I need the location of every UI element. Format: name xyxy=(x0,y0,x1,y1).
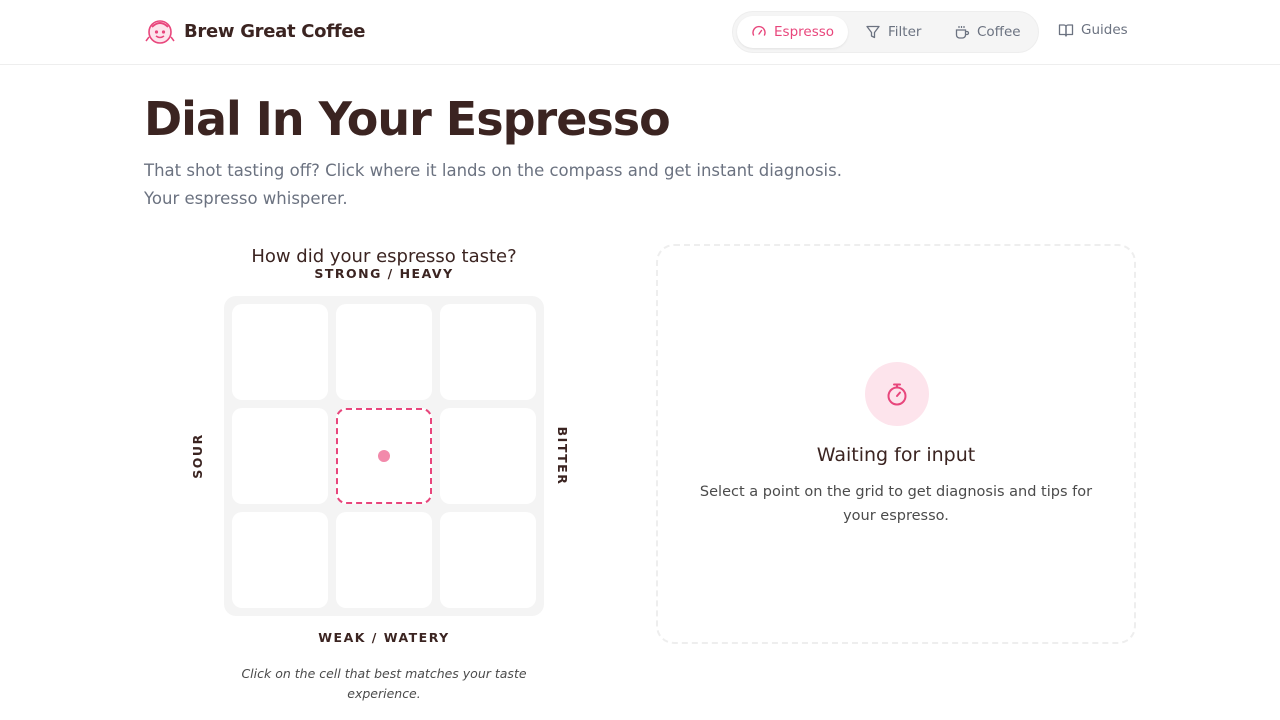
grid-cell-middle-center[interactable] xyxy=(336,408,432,504)
brand-name: Brew Great Coffee xyxy=(184,20,366,42)
nav-filter-label: Filter xyxy=(888,24,922,40)
grid-cell-middle-left[interactable] xyxy=(232,408,328,504)
selection-marker xyxy=(378,450,390,462)
grid-question: How did your espresso taste? xyxy=(251,246,517,267)
nav-guides-label: Guides xyxy=(1081,22,1128,38)
nav-filter[interactable]: Filter xyxy=(851,16,935,48)
taste-grid xyxy=(224,296,544,616)
grid-cell-bottom-right[interactable] xyxy=(440,512,536,608)
coffee-mascot-icon xyxy=(145,20,175,44)
panel-description: Select a point on the grid to get diagno… xyxy=(699,484,1093,524)
axis-label-strong: STRONG / HEAVY xyxy=(314,266,454,281)
brand-logo[interactable]: Brew Great Coffee xyxy=(144,15,365,47)
grid-cell-middle-right[interactable] xyxy=(440,408,536,504)
gauge-icon xyxy=(752,25,766,36)
cup-icon xyxy=(955,26,970,39)
stopwatch-icon xyxy=(887,383,907,406)
grid-cell-top-center[interactable] xyxy=(336,304,432,400)
nav-guides[interactable]: Guides xyxy=(1058,22,1128,38)
site-header: Brew Great Coffee Espresso Filter Coffee xyxy=(0,0,1280,65)
filter-icon xyxy=(866,25,880,39)
axis-label-sour: SOUR xyxy=(190,433,205,479)
page-title: Dial In Your Espresso xyxy=(144,92,671,146)
nav-coffee[interactable]: Coffee xyxy=(940,16,1035,48)
page-subtitle: That shot tasting off? Click where it la… xyxy=(144,161,842,208)
stopwatch-badge xyxy=(865,362,929,426)
panel-title: Waiting for input xyxy=(816,444,976,466)
grid-cell-top-left[interactable] xyxy=(232,304,328,400)
book-icon xyxy=(1058,24,1074,37)
nav-espresso[interactable]: Espresso xyxy=(737,16,849,48)
axis-label-bitter: BITTER xyxy=(555,426,570,486)
grid-cell-top-right[interactable] xyxy=(440,304,536,400)
nav-espresso-label: Espresso xyxy=(774,24,835,40)
diagnosis-panel: Waiting for input Select a point on the … xyxy=(656,244,1136,644)
main-nav: Espresso Filter Coffee xyxy=(732,11,1039,53)
grid-cell-bottom-left[interactable] xyxy=(232,512,328,608)
grid-hint: Click on the cell that best matches your… xyxy=(241,666,527,701)
grid-cell-bottom-center[interactable] xyxy=(336,512,432,608)
nav-coffee-label: Coffee xyxy=(977,24,1021,40)
axis-label-weak: WEAK / WATERY xyxy=(318,630,450,645)
